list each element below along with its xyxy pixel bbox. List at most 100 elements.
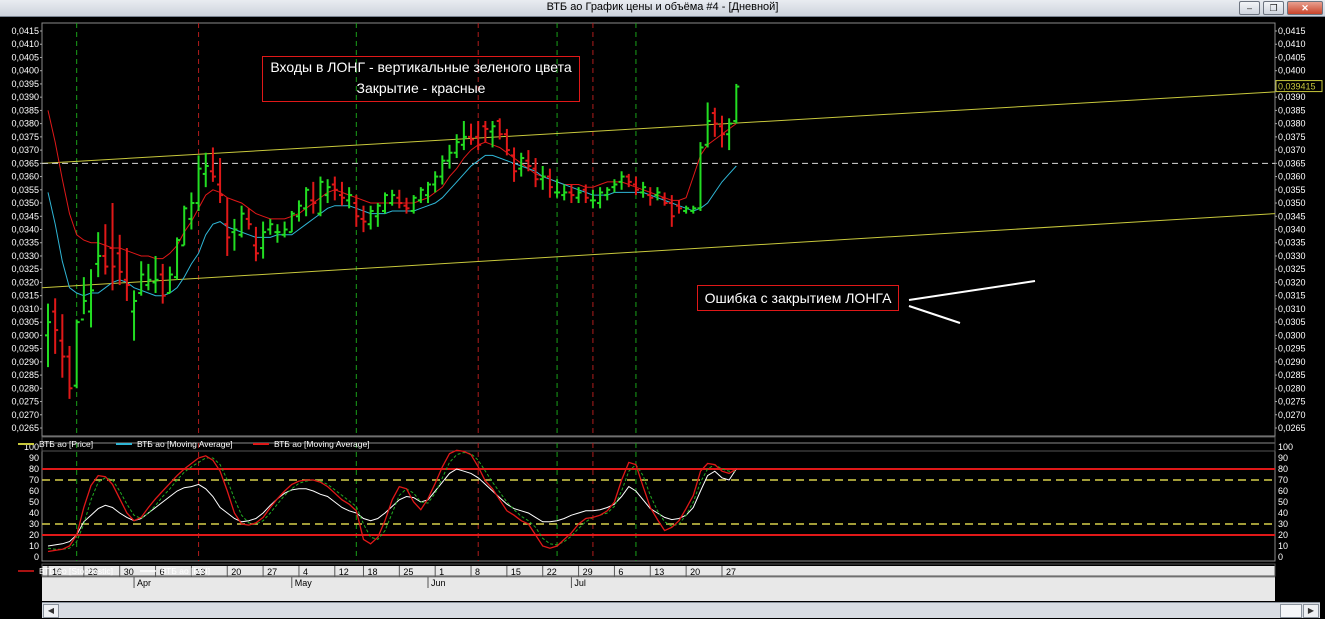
price-tick-label-right: 0,0365 [1278,158,1306,168]
price-bar [260,221,267,259]
price-bar [138,261,145,296]
price-bar [718,115,725,148]
price-bar [95,232,102,278]
price-bar [425,181,432,204]
price-tick-label-right: 0,0350 [1278,198,1306,208]
stoch-line [47,449,737,553]
price-bar [468,123,475,145]
price-tick-label-left: 0,0400 [11,66,39,76]
restore-button[interactable]: ❐ [1263,1,1284,15]
close-button[interactable]: ✕ [1287,1,1323,15]
price-bar [360,205,367,233]
price-bar [66,345,73,399]
price-bar [274,224,281,243]
osc-tick-label-right: 60 [1278,486,1288,496]
price-bar [267,218,274,235]
price-bar [80,277,87,321]
price-tick-label-left: 0,0405 [11,52,39,62]
osc-tick-label-right: 20 [1278,530,1288,540]
price-bar [88,269,95,328]
price-bar [554,179,561,198]
osc-tick-label-right: 10 [1278,541,1288,551]
osc-tick-label-left: 60 [29,486,39,496]
price-bar [303,187,310,217]
price-tick-label-right: 0,0355 [1278,185,1306,195]
chart-canvas[interactable]: 0,0415 0,0415 0,0410 0,0410 0,0405 0,0405 0,04… [0,17,1325,602]
price-tick-label-left: 0,0415 [11,26,39,36]
scroll-left-icon[interactable]: ◀ [43,604,59,618]
price-bar [152,255,159,294]
legend-osc-item: ВТБ ао [RSI] [161,566,210,576]
price-tick-label-right: 0,0270 [1278,410,1306,420]
price-tick-label-right: 0,0320 [1278,277,1306,287]
horizontal-scrollbar[interactable]: ◀ ▶ [42,602,1320,618]
price-bar [209,147,216,182]
price-tick-label-left: 0,0300 [11,330,39,340]
price-bar [410,195,417,214]
price-tick-label-right: 0,0370 [1278,145,1306,155]
osc-tick-label-left: 90 [29,453,39,463]
price-tick-label-right: 0,0290 [1278,357,1306,367]
price-tick-label-right: 0,0310 [1278,304,1306,314]
price-bar [589,189,596,209]
price-tick-label-right: 0,0330 [1278,251,1306,261]
price-bar [640,181,647,198]
price-bar [733,83,740,124]
price-bar [611,179,618,193]
price-bar [432,171,439,193]
price-bar [367,205,374,230]
price-channel [41,91,1276,289]
legends: ВТБ ао [Price] ВТБ ао [Moving Average] ВТБ… [18,439,1276,577]
osc-tick-label-left: 50 [29,497,39,507]
price-bar [561,184,568,201]
month-label: Jul [574,578,586,588]
price-tick-label-left: 0,0355 [11,185,39,195]
scroll-thumb[interactable] [1280,604,1302,618]
legend-price-item: ВТБ ао [Price] [39,439,93,449]
price-tick-label-left: 0,0280 [11,383,39,393]
price-tick-label-left: 0,0350 [11,198,39,208]
price-tick-label-right: 0,0340 [1278,225,1306,235]
price-tick-label-right: 0,0385 [1278,105,1306,115]
price-tick-label-right: 0,0325 [1278,264,1306,274]
scroll-right-icon[interactable]: ▶ [1303,604,1319,618]
price-bar [690,205,697,214]
osc-tick-label-right: 100 [1278,442,1293,452]
price-bar [338,181,345,206]
price-tick-label-right: 0,0390 [1278,92,1306,102]
price-bar [52,298,59,354]
osc-tick-label-right: 80 [1278,464,1288,474]
price-tick-label-right: 0,0275 [1278,397,1306,407]
price-bar [482,120,489,143]
price-bar [568,184,575,204]
annotation-entries-line2: Закрытие - красные [356,80,486,96]
price-bar [109,203,116,291]
osc-tick-label-left: 80 [29,464,39,474]
price-bar [597,187,604,209]
price-bar [453,134,460,159]
osc-tick-label-right: 90 [1278,453,1288,463]
axes: 0,0415 0,0415 0,0410 0,0410 0,0405 0,0405 0,04… [11,26,1323,601]
price-tick-label-right: 0,0410 [1278,39,1306,49]
price-tick-label-left: 0,0310 [11,304,39,314]
price-bar [174,237,181,280]
osc-tick-label-right: 0 [1278,552,1283,562]
price-bar [131,290,138,341]
price-tick-label-left: 0,0285 [11,370,39,380]
annotation-error-label: Ошибка с закрытием ЛОНГА [704,290,892,306]
legend-osc-item: ВТБ ао [Stochastic] [39,566,113,576]
price-tick-label-right: 0,0360 [1278,172,1306,182]
price-bar [252,226,259,262]
price-bar [726,118,733,151]
price-tick-label-left: 0,0265 [11,423,39,433]
annotation-error-box: Ошибка с закрытием ЛОНГА [697,285,899,311]
price-bar [181,205,188,247]
minimize-button[interactable]: – [1239,1,1260,15]
price-bar [73,319,80,389]
osc-tick-label-left: 10 [29,541,39,551]
channel-upper-line [41,91,1276,164]
window-title: ВТБ ао График цены и объёма #4 - [Дневно… [546,1,779,13]
price-tick-label-left: 0,0335 [11,238,39,248]
ma-fast-line [47,154,737,297]
price-bar [295,200,302,222]
